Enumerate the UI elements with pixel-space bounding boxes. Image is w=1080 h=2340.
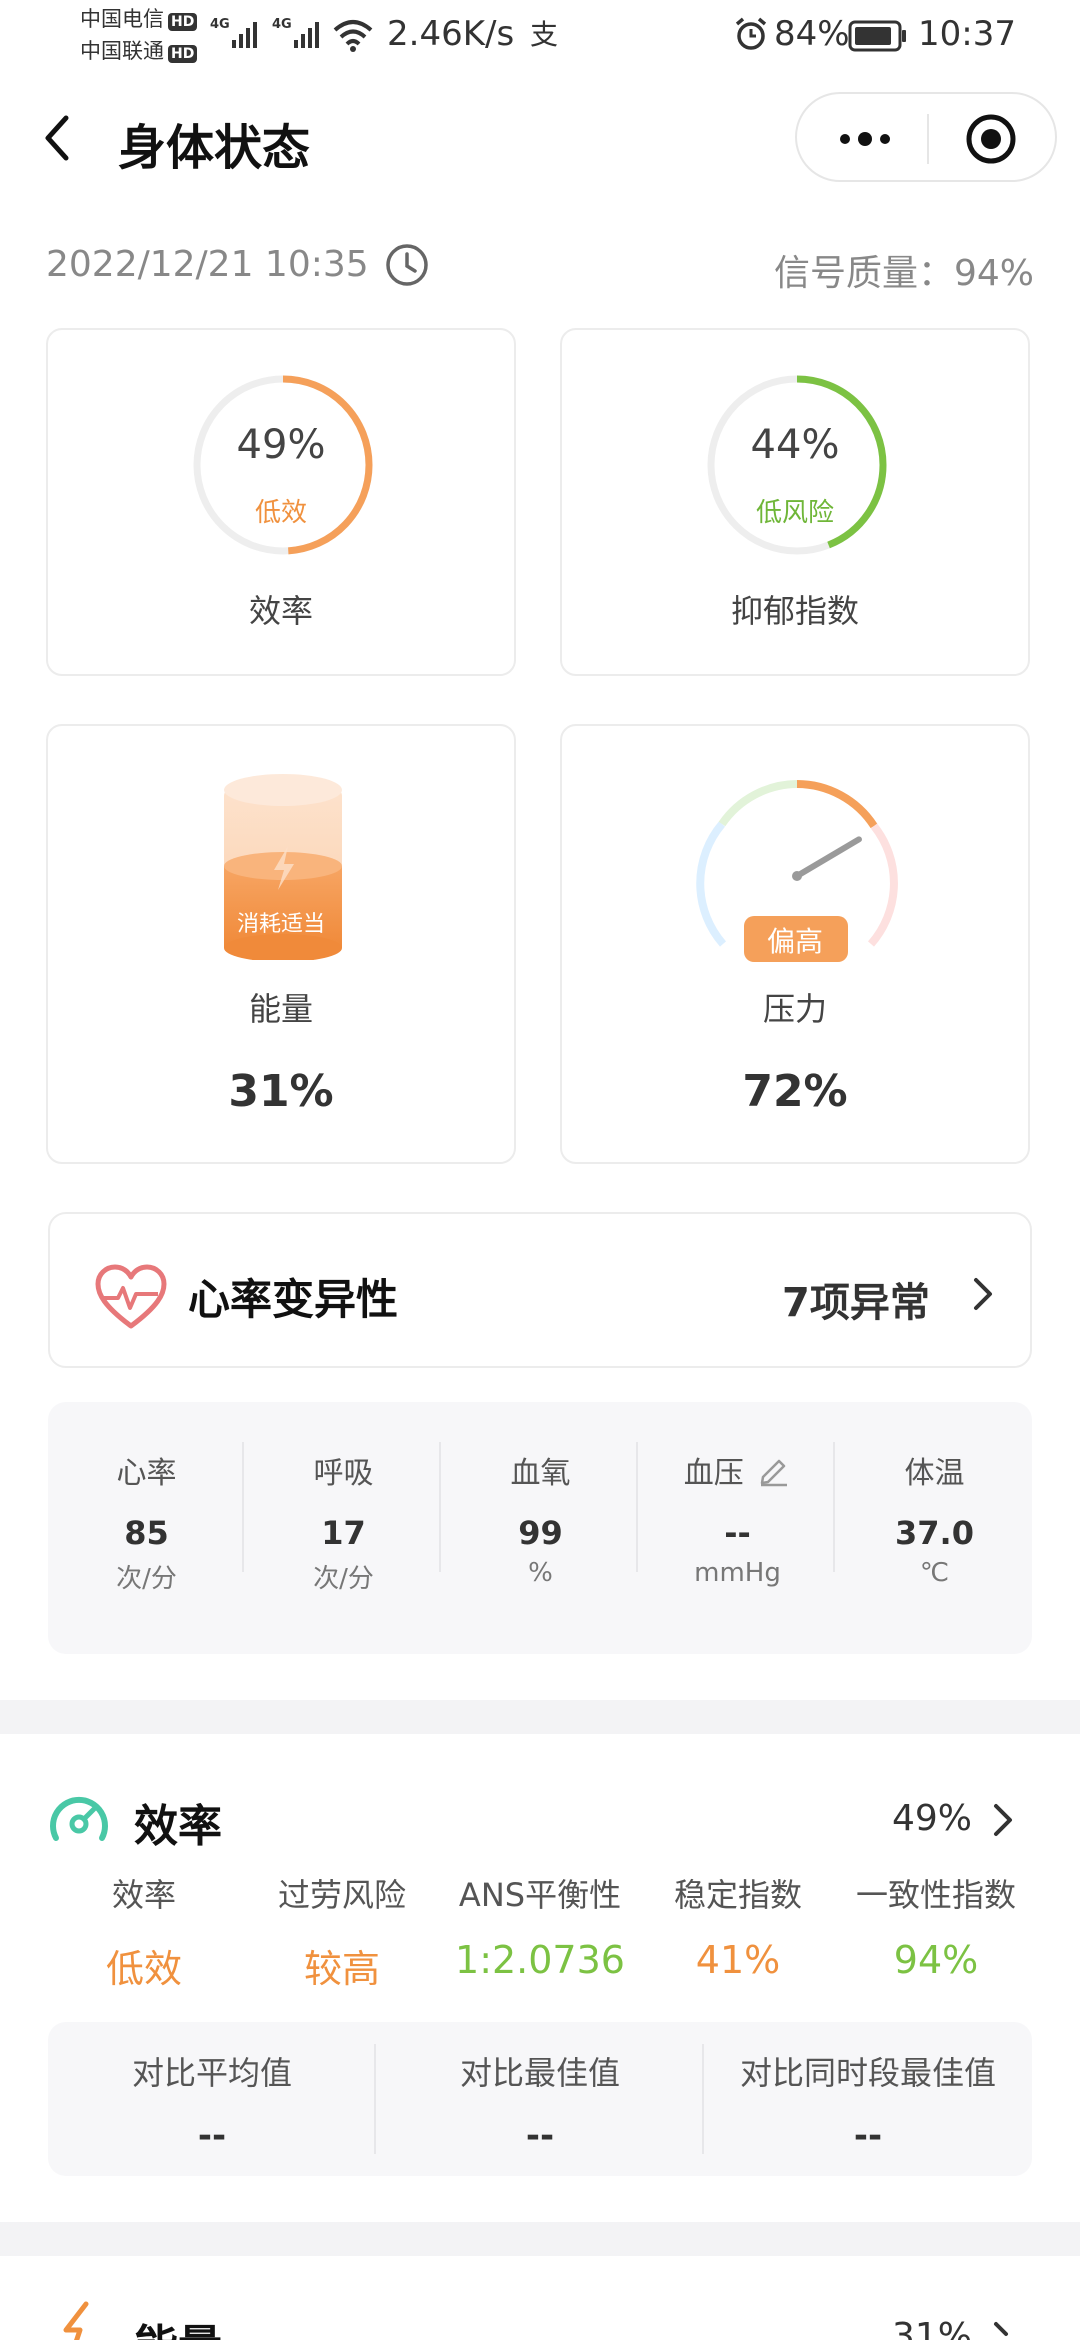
vital-blood-pressure[interactable]: 血压 -- mmHg	[639, 1402, 836, 1588]
efficiency-card[interactable]: 49% 低效 效率	[46, 328, 516, 676]
more-dots-icon	[840, 132, 890, 146]
hrv-row[interactable]: 心率变异性 7项异常	[48, 1212, 1032, 1368]
vitals-panel: 心率 85 次/分 呼吸 17 次/分 血氧 99 % 血压 -- mmHg 体…	[48, 1402, 1032, 1654]
pressure-card[interactable]: 偏高 压力 72%	[560, 724, 1030, 1164]
hrv-title: 心率变异性	[188, 1275, 399, 1324]
compare-best: 对比最佳值 --	[459, 2054, 620, 2156]
compare-panel: 对比平均值 -- 对比最佳值 -- 对比同时段最佳值 --	[48, 2022, 1032, 2176]
more-button[interactable]	[835, 119, 895, 163]
metric-overwork-risk: 过劳风险 较高	[277, 1876, 406, 1991]
efficiency-section-title: 效率	[134, 1801, 222, 1852]
chevron-right-icon[interactable]	[988, 2318, 1018, 2340]
measure-datetime: 2022/12/21 10:35	[46, 244, 369, 285]
pressure-badge: 偏高	[766, 925, 823, 958]
wifi-icon	[333, 18, 373, 56]
carrier-unicom: 中国联通 HD	[80, 38, 198, 64]
depression-card[interactable]: 44% 低风险 抑郁指数	[560, 328, 1030, 676]
vital-heart-rate: 心率 85 次/分	[116, 1456, 177, 1594]
metric-ans-balance: ANS平衡性 1:2.0736	[455, 1876, 625, 1982]
back-button[interactable]	[38, 110, 78, 170]
heart-rate-icon	[95, 1264, 167, 1329]
history-button[interactable]	[384, 242, 430, 292]
battery-icon	[848, 20, 908, 56]
alarm-icon	[733, 16, 769, 56]
efficiency-value: 49%	[236, 422, 326, 468]
back-arrow-icon	[45, 115, 69, 161]
energy-label: 能量	[248, 990, 313, 1028]
metric-stability-index: 稳定指数 41%	[673, 1876, 802, 1982]
mini-program-capsule	[795, 92, 1057, 182]
network-speed: 2.46K/s	[387, 14, 515, 54]
svg-text:4G: 4G	[210, 17, 230, 32]
energy-value: 31%	[228, 1066, 334, 1117]
signal-quality: 信号质量：94%	[773, 253, 1034, 294]
depression-label: 抑郁指数	[730, 592, 859, 630]
carrier-telecom: 中国电信 HD	[80, 6, 198, 32]
hrv-abnormal-count: 7项异常	[782, 1280, 930, 1326]
vital-temperature: 体温 37.0 ℃	[895, 1456, 974, 1588]
vital-blood-oxygen: 血氧 99 %	[510, 1456, 571, 1588]
section-divider	[0, 1700, 1080, 1734]
pressure-value: 72%	[742, 1066, 848, 1117]
svg-text:4G: 4G	[272, 17, 292, 32]
signal-icon-2: 4G	[270, 14, 330, 58]
chevron-right-icon	[974, 1278, 992, 1310]
alipay-icon: 支	[528, 18, 564, 54]
metric-efficiency: 效率 低效	[105, 1876, 182, 1991]
compare-average: 对比平均值 --	[131, 2054, 292, 2156]
battery-percent: 84%	[774, 14, 850, 54]
vital-respiration: 呼吸 17 次/分	[313, 1456, 374, 1594]
clock: 10:37	[918, 14, 1016, 54]
depression-status: 低风险	[755, 498, 834, 528]
efficiency-section-value[interactable]: 49%	[892, 1798, 972, 1839]
energy-section-title: 能量	[134, 2310, 222, 2340]
edit-pencil-icon[interactable]	[757, 1453, 791, 1487]
energy-section-value[interactable]: 31%	[892, 2316, 972, 2340]
page-title: 身体状态	[118, 120, 311, 176]
lightning-icon	[63, 2301, 89, 2340]
efficiency-label: 效率	[248, 592, 313, 630]
energy-card[interactable]: 消耗适当 能量 31%	[46, 724, 516, 1164]
target-close-icon	[966, 114, 1016, 164]
signal-icon: 4G	[208, 14, 268, 58]
depression-value: 44%	[750, 422, 840, 468]
compare-period-best: 对比同时段最佳值 --	[739, 2054, 996, 2156]
efficiency-status: 低效	[254, 498, 307, 528]
chevron-right-icon[interactable]	[988, 1800, 1018, 1840]
close-miniprogram-button[interactable]	[965, 113, 1017, 169]
section-divider	[0, 2222, 1080, 2256]
speedometer-icon	[50, 1796, 108, 1841]
clock-icon	[386, 244, 428, 286]
metric-consistency-index: 一致性指数 94%	[855, 1876, 1016, 1982]
svg-text:支: 支	[530, 18, 558, 50]
energy-badge: 消耗适当	[236, 912, 325, 937]
pressure-label: 压力	[762, 990, 827, 1028]
